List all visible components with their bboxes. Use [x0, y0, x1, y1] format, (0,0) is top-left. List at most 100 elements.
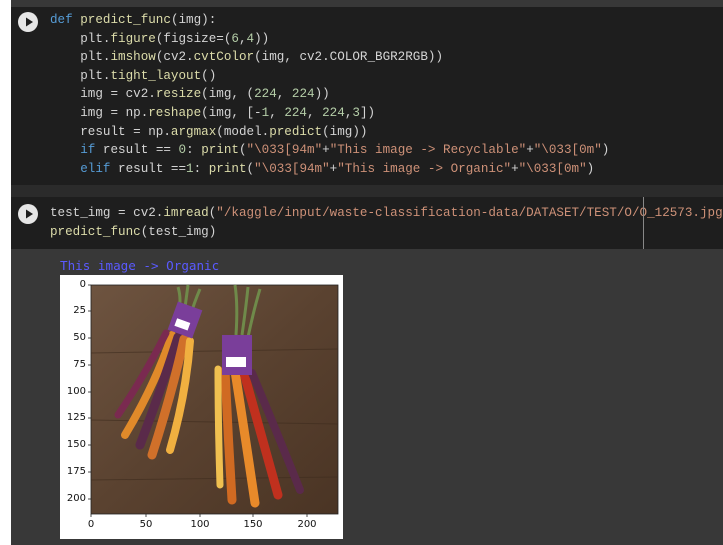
code-token: result ==: [95, 143, 179, 158]
code-token: )): [314, 87, 330, 102]
code-token: def: [50, 13, 81, 27]
run-cell-button[interactable]: [18, 12, 38, 32]
output-text: This image -> Organic: [60, 258, 220, 273]
code-token: (: [238, 143, 247, 158]
code-token: "/kaggle/input/waste-classification-data…: [216, 206, 723, 220]
code-token: elif: [80, 161, 111, 176]
code-token: if: [80, 143, 96, 158]
matplotlib-figure: 0 25 50 75 100 125 150 175 200 0 50 100 …: [60, 275, 343, 539]
code-token: "\033[94m": [254, 161, 330, 176]
y-tick-label: 0: [79, 279, 86, 290]
code-token: img = np.: [50, 105, 149, 120]
code-token: result ==: [110, 161, 187, 176]
code-editor-cell2[interactable]: test_img = cv2.imread("/kaggle/input/was…: [50, 204, 723, 241]
code-token: ,: [307, 105, 323, 120]
code-token: "This image -> Recyclable": [329, 143, 527, 158]
y-tick-label: 50: [73, 332, 86, 343]
code-token: (img):: [170, 13, 217, 27]
code-token: predict_func: [50, 224, 141, 239]
code-token: predict_func: [80, 13, 171, 27]
code-token: 4: [246, 31, 255, 46]
code-token: cvtColor: [193, 50, 255, 65]
code-token: 224: [284, 105, 307, 120]
run-cell-button-2[interactable]: [18, 204, 38, 224]
code-token: 224: [322, 105, 345, 120]
code-token: "\033[94m": [246, 143, 323, 158]
code-token: ): [586, 161, 595, 176]
code-token: "This image -> Organic": [337, 161, 512, 176]
code-token: +: [526, 143, 534, 158]
text-cursor: [643, 197, 644, 249]
code-token: resize: [155, 87, 202, 102]
code-token: ,: [238, 31, 247, 46]
code-token: (cv2.: [155, 50, 194, 65]
x-tick-label: 200: [297, 519, 317, 530]
y-tick-label: 200: [66, 493, 86, 504]
code-token: (img, cv2.COLOR_BGR2RGB)): [254, 50, 444, 65]
y-tick-label: 25: [73, 305, 86, 316]
code-line: if result == 0: print("\033[94m"+"This i…: [50, 143, 609, 157]
code-line: test_img = cv2.imread("/kaggle/input/was…: [50, 206, 723, 220]
x-tick-label: 100: [190, 519, 210, 530]
cell-separator: [11, 185, 723, 197]
carrots-image-plot: [88, 284, 339, 517]
code-token: img = cv2.: [50, 87, 156, 102]
code-token: figure: [110, 31, 156, 46]
code-token: (img)): [322, 124, 368, 139]
y-tick-label: 75: [73, 359, 86, 370]
play-circle-icon: [26, 209, 33, 219]
code-token: ): [601, 143, 610, 158]
code-token: 3: [352, 105, 360, 120]
code-token: ,: [276, 87, 292, 102]
code-line: predict_func(test_img): [50, 225, 216, 239]
code-token: ]): [359, 105, 376, 120]
code-token: 224: [291, 87, 315, 102]
code-token: ,: [269, 105, 285, 120]
page-left-edge: [0, 0, 11, 545]
x-tick-label: 50: [139, 519, 153, 530]
code-token: :: [186, 143, 202, 158]
code-token: "\033[0m": [533, 143, 602, 158]
code-token: argmax: [170, 124, 217, 139]
code-token: (img, [-: [201, 105, 262, 120]
y-tick-label: 125: [66, 412, 86, 423]
code-token: imread: [163, 206, 209, 220]
code-token: test_img = cv2.: [50, 206, 164, 220]
x-tick-label: 150: [243, 519, 263, 530]
code-token: 1: [186, 161, 194, 176]
code-line: result = np.argmax(model.predict(img)): [50, 125, 367, 139]
code-token: (figsize=(: [155, 31, 232, 46]
code-token: tight_layout: [110, 68, 202, 83]
code-token: 224: [254, 87, 277, 102]
code-token: (): [201, 68, 217, 83]
code-line: def predict_func(img):: [50, 13, 216, 27]
code-token: imshow: [110, 50, 156, 65]
code-token: reshape: [148, 105, 202, 120]
code-line: plt.figure(figsize=(6,4)): [50, 32, 269, 46]
code-token: +: [322, 143, 330, 158]
code-token: +: [511, 161, 519, 176]
code-token: (test_img): [140, 224, 217, 239]
code-line: img = np.reshape(img, [-1, 224, 224,3]): [50, 106, 375, 120]
code-token: "\033[0m": [518, 161, 587, 176]
code-token: plt.: [50, 68, 111, 83]
code-token: )): [254, 31, 270, 46]
code-editor-cell1[interactable]: def predict_func(img): plt.figure(figsiz…: [50, 11, 609, 178]
play-circle-icon: [26, 17, 33, 27]
code-token: (model.: [216, 124, 270, 139]
code-line: plt.imshow(cv2.cvtColor(img, cv2.COLOR_B…: [50, 50, 443, 64]
code-token: print: [201, 143, 239, 158]
y-tick-label: 100: [66, 386, 86, 397]
code-line: elif result ==1: print("\033[94m" +"This …: [50, 162, 594, 176]
code-token: 0: [178, 143, 187, 158]
code-token: plt.: [50, 31, 111, 46]
x-tick-label: 0: [87, 519, 95, 530]
code-token: result = np.: [50, 124, 171, 139]
y-tick-label: 175: [66, 466, 86, 477]
code-token: predict: [269, 124, 323, 139]
code-line: plt.tight_layout(): [50, 69, 216, 83]
code-line: img = cv2.resize(img, (224, 224)): [50, 87, 330, 102]
code-token: 6: [231, 31, 239, 46]
